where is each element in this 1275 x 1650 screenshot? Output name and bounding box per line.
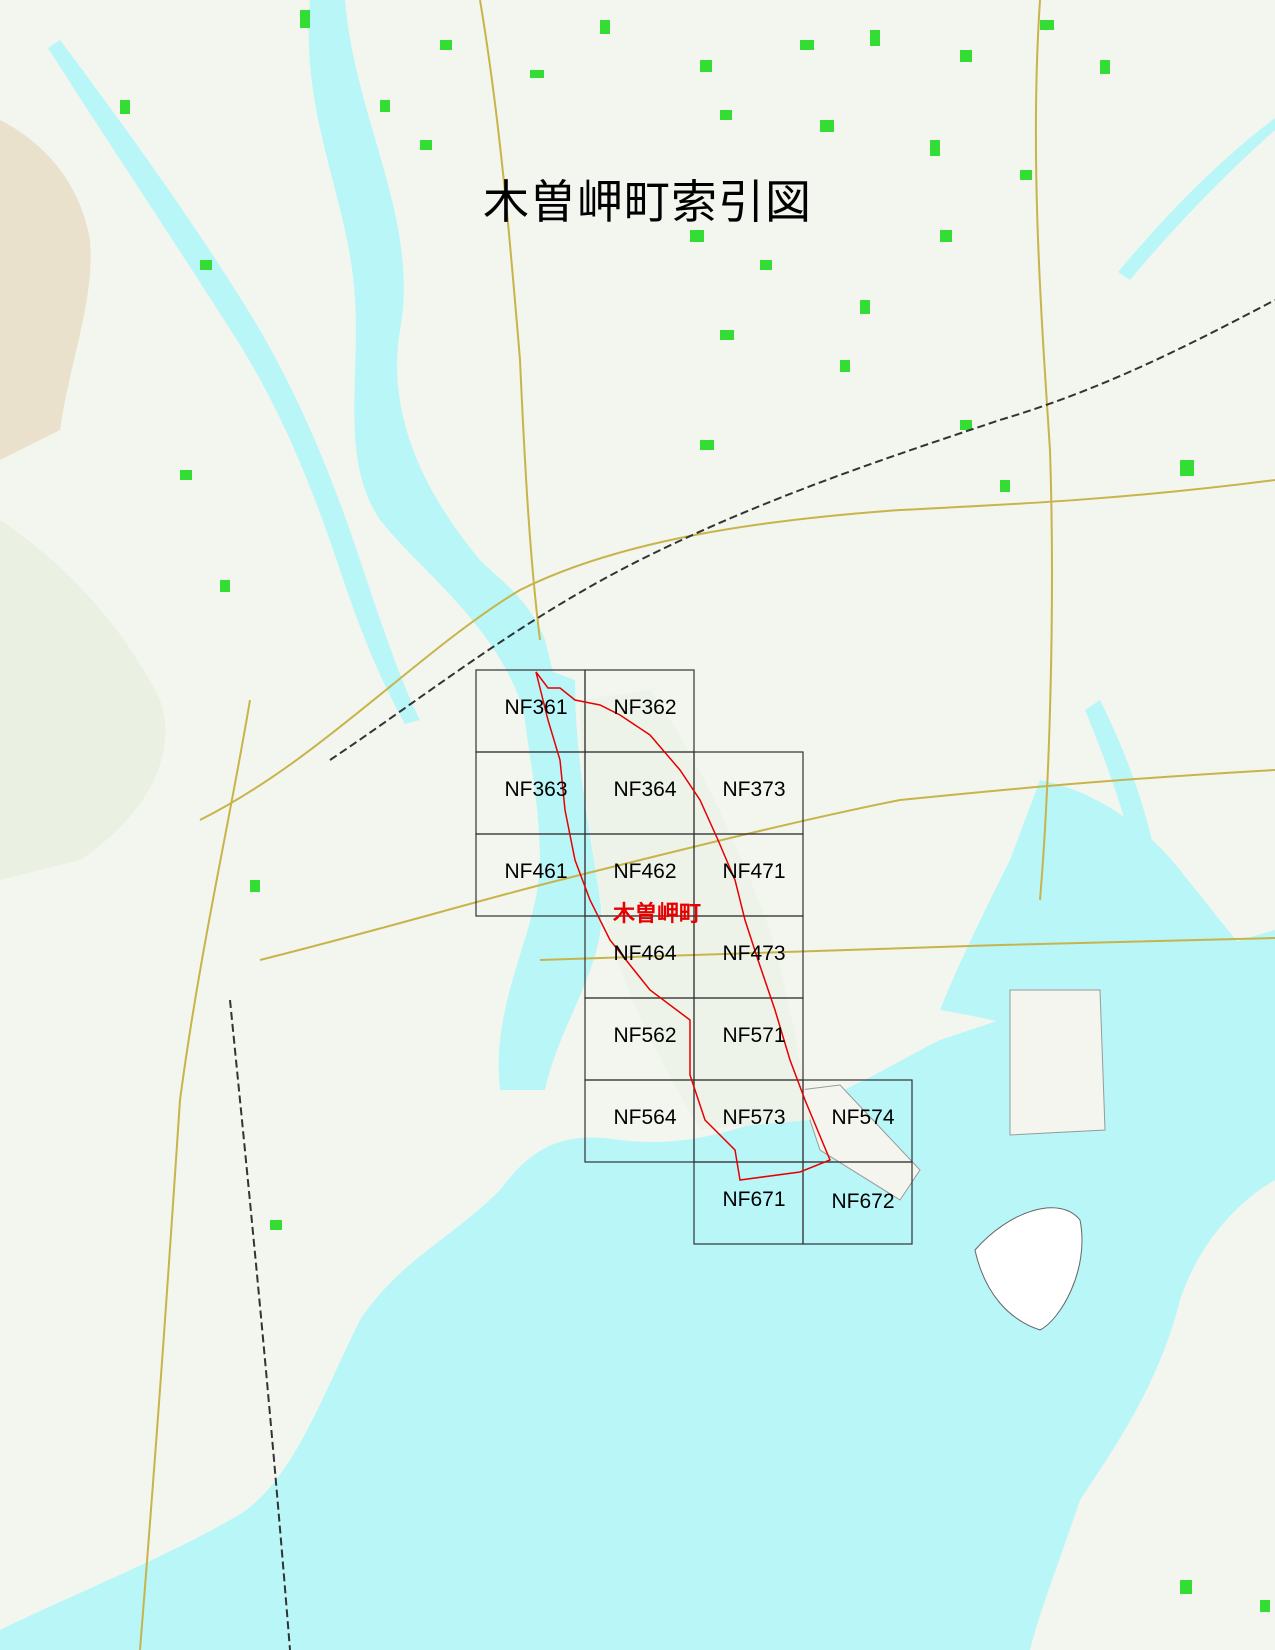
- map-title: 木曽岬町索引図: [483, 175, 812, 229]
- sheet-label-nf672[interactable]: NF672: [809, 1190, 917, 1214]
- sheet-label-nf564[interactable]: NF564: [591, 1106, 699, 1130]
- sheet-label-nf464[interactable]: NF464: [591, 942, 699, 966]
- index-map: 木曽岬町索引図 木曽岬町 NF361 NF362 NF363 NF364 NF3…: [0, 0, 1275, 1650]
- sheet-label-nf574[interactable]: NF574: [809, 1106, 917, 1130]
- sheet-label-nf571[interactable]: NF571: [700, 1024, 808, 1048]
- sheet-label-nf671[interactable]: NF671: [700, 1188, 808, 1212]
- sheet-label-nf573[interactable]: NF573: [700, 1106, 808, 1130]
- sheet-label-nf461[interactable]: NF461: [482, 860, 590, 884]
- sheet-label-nf373[interactable]: NF373: [700, 778, 808, 802]
- sheet-label-nf562[interactable]: NF562: [591, 1024, 699, 1048]
- sheet-label-nf462[interactable]: NF462: [591, 860, 699, 884]
- sheet-label-nf471[interactable]: NF471: [700, 860, 808, 884]
- sheet-label-nf364[interactable]: NF364: [591, 778, 699, 802]
- sheet-label-nf363[interactable]: NF363: [482, 778, 590, 802]
- reclaimed-land-east: [1009, 989, 1106, 1136]
- town-name-label: 木曽岬町: [613, 902, 702, 927]
- sheet-label-nf473[interactable]: NF473: [700, 942, 808, 966]
- sheet-label-nf362[interactable]: NF362: [591, 696, 699, 720]
- sheet-label-nf361[interactable]: NF361: [482, 696, 590, 720]
- map-canvas: [0, 0, 1275, 1650]
